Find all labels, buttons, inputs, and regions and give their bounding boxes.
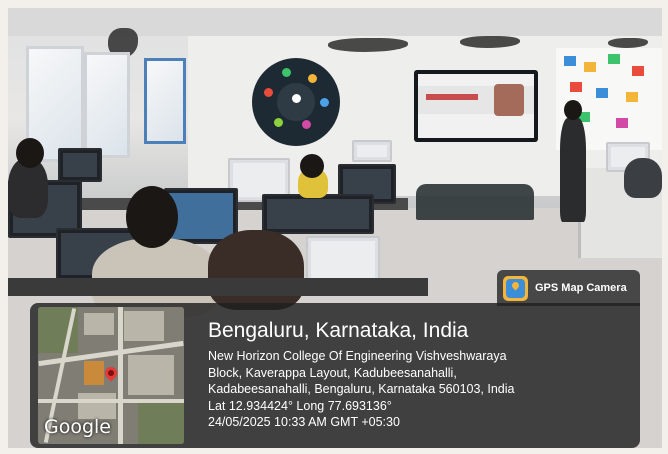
bags (416, 184, 534, 220)
window (144, 58, 186, 144)
gps-app-tag: GPS Map Camera (497, 270, 640, 306)
person-head (126, 186, 178, 248)
gps-info-panel: Google Bengaluru, Karnataka, India New H… (30, 303, 640, 448)
person-head (300, 154, 324, 178)
person (624, 158, 662, 198)
person-head (16, 138, 44, 168)
ceiling (8, 8, 662, 36)
monitor (352, 140, 392, 162)
window (84, 52, 130, 158)
location-details: New Horizon College Of Engineering Vishv… (208, 348, 515, 431)
monitor (58, 148, 102, 182)
person (208, 230, 304, 310)
desk (8, 278, 428, 296)
address-line: Block, Kaverappa Layout, Kadubeesanahall… (208, 365, 457, 380)
person-standing (560, 118, 586, 222)
address-line: Kadabeesanahalli, Bengaluru, Karnataka 5… (208, 382, 515, 396)
monitor (262, 194, 374, 234)
timestamp: 24/05/2025 10:33 AM GMT +05:30 (208, 415, 400, 429)
location-title: Bengaluru, Karnataka, India (208, 319, 469, 342)
map-brand-label: Google (44, 416, 112, 438)
address-line: New Horizon College Of Engineering Vishv… (208, 349, 507, 363)
gps-map-camera-icon (503, 275, 528, 301)
coordinates: Lat 12.934424° Long 77.693136° (208, 398, 392, 413)
wall-mural (252, 58, 340, 146)
gps-app-label: GPS Map Camera (535, 282, 627, 294)
map-thumbnail: Google (38, 307, 184, 444)
person-head (564, 100, 582, 120)
wall-tv-screen (414, 70, 538, 142)
